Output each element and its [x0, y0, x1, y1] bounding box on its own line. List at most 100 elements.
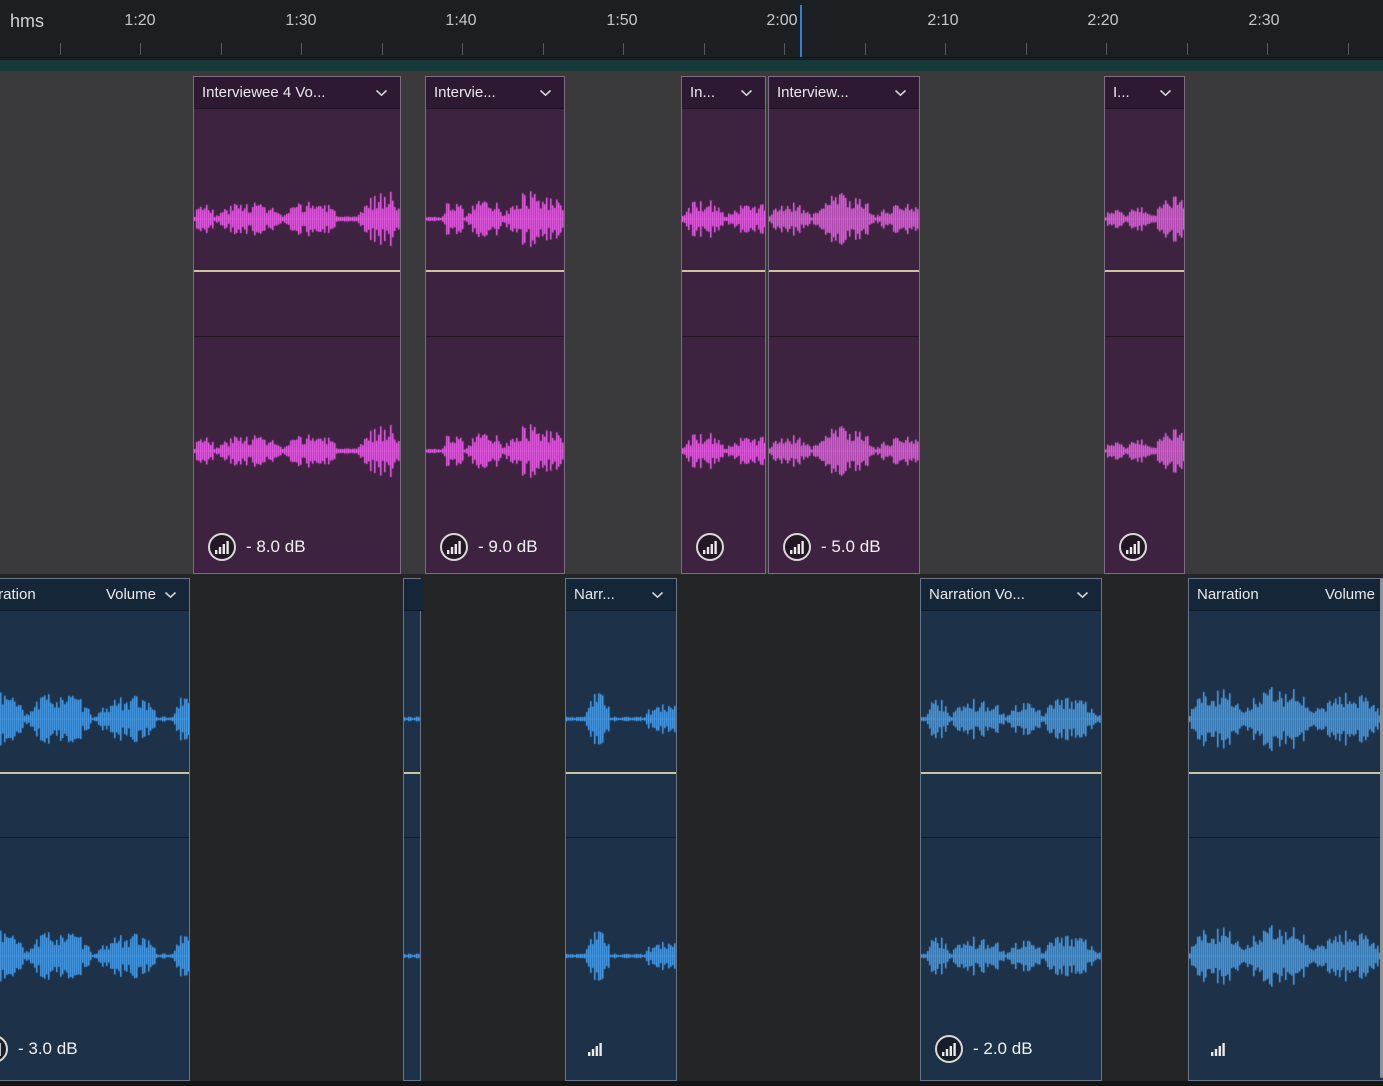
volume-envelope-line[interactable] — [682, 270, 765, 272]
ruler-time-label: 2:00 — [766, 12, 798, 29]
clip-gain-label: - 5.0 dB — [821, 537, 881, 556]
channel-divider — [769, 336, 919, 337]
ruler-tick — [945, 43, 946, 55]
volume-envelope-line[interactable] — [921, 772, 1101, 774]
chevron-down-icon[interactable] — [1159, 89, 1172, 97]
audio-clip[interactable]: In... — [681, 76, 766, 574]
clip-gain-icon[interactable] — [1119, 533, 1147, 561]
ruler-tick — [623, 43, 624, 55]
track-narration[interactable]: Narration Volume - 3.0 dB Narr... Narration … — [0, 574, 1383, 1081]
clip-footer: - 2.0 dB — [921, 1035, 1101, 1063]
chevron-down-icon[interactable] — [164, 591, 177, 599]
waveform-channel-1 — [769, 169, 919, 269]
clip-gain-label: - 8.0 dB — [246, 537, 306, 556]
waveform-channel-1 — [404, 669, 420, 769]
channel-divider — [426, 336, 564, 337]
clip-title: Intervie... — [434, 84, 496, 101]
volume-envelope-line[interactable] — [404, 772, 420, 774]
ruler-tick — [140, 43, 141, 55]
waveform-channel-1 — [194, 169, 400, 269]
waveform-channel-1 — [682, 169, 765, 269]
clip-title: Interviewee 4 Vo... — [202, 84, 326, 101]
clip-header[interactable]: Interview... — [769, 77, 919, 109]
ruler-tick — [1348, 43, 1349, 55]
waveform-channel-2 — [0, 906, 189, 1006]
audio-clip[interactable]: Interviewee 4 Vo... - 8.0 dB — [193, 76, 401, 574]
ruler-time-label: 1:30 — [285, 12, 317, 29]
ruler-tick — [1106, 43, 1107, 55]
audio-clip[interactable]: Interview... - 5.0 dB — [768, 76, 920, 574]
clip-footer — [682, 533, 765, 561]
track-interviewee[interactable]: Interviewee 4 Vo... - 8.0 dB Intervie... - … — [0, 71, 1383, 574]
clip-gain-icon[interactable] — [208, 533, 236, 561]
ruler-time-label: 2:20 — [1087, 12, 1119, 29]
channel-divider — [404, 837, 420, 838]
clip-header[interactable]: Narration Volume — [1189, 579, 1383, 611]
clip-gain-icon[interactable] — [935, 1035, 963, 1063]
volume-envelope-line[interactable] — [566, 772, 676, 774]
chevron-down-icon[interactable] — [740, 89, 753, 97]
ruler-tick — [1026, 43, 1027, 55]
clip-envelope-param-label: Volume — [105, 586, 156, 603]
chevron-down-icon[interactable] — [539, 89, 552, 97]
clip-gain-icon[interactable] — [696, 533, 724, 561]
waveform-channel-1 — [566, 669, 676, 769]
ruler-tick — [865, 43, 866, 55]
audio-clip[interactable] — [403, 578, 424, 1081]
playhead[interactable] — [800, 5, 802, 57]
volume-bars-icon[interactable] — [1211, 1042, 1225, 1056]
clip-footer — [566, 1035, 676, 1063]
clip-header[interactable]: Narration Volume — [0, 579, 189, 611]
panel-bottom-edge — [0, 1081, 1383, 1086]
waveform-channel-1 — [1189, 669, 1383, 769]
waveform-channel-1 — [426, 169, 564, 269]
audio-clip[interactable]: Narr... — [565, 578, 677, 1081]
clip-gain-icon[interactable] — [0, 1035, 8, 1063]
zoom-navigator-bar[interactable] — [0, 59, 1383, 71]
timeline-ruler[interactable]: hms 1:20 1:30 1:40 1:50 2:00 2:10 2:20 2:30 — [0, 0, 1383, 58]
channel-divider — [1105, 336, 1184, 337]
audio-clip[interactable]: Narration Volume - 3.0 dB — [0, 578, 190, 1081]
chevron-down-icon[interactable] — [651, 591, 664, 599]
audio-clip[interactable]: Intervie... - 9.0 dB — [425, 76, 565, 574]
clip-header[interactable]: Intervie... — [426, 77, 564, 109]
ruler-tick — [382, 43, 383, 55]
ruler-tick — [1267, 43, 1268, 55]
clip-header[interactable] — [404, 579, 424, 611]
clip-header[interactable]: Narration Vo... — [921, 579, 1101, 611]
clip-title: Interview... — [777, 84, 849, 101]
volume-bars-icon[interactable] — [588, 1042, 602, 1056]
waveform-channel-2 — [566, 906, 676, 1006]
channel-divider — [921, 837, 1101, 838]
volume-envelope-line[interactable] — [1105, 270, 1184, 272]
channel-divider — [194, 336, 400, 337]
volume-envelope-line[interactable] — [1189, 772, 1383, 774]
ruler-tick — [704, 43, 705, 55]
clip-gain-icon[interactable] — [783, 533, 811, 561]
clip-header[interactable]: I... — [1105, 77, 1184, 109]
clip-title: Narr... — [574, 586, 615, 603]
ruler-time-label: 2:10 — [927, 12, 959, 29]
clip-footer: - 8.0 dB — [194, 533, 400, 561]
clip-header[interactable]: Narr... — [566, 579, 676, 611]
audio-timeline-panel: hms 1:20 1:30 1:40 1:50 2:00 2:10 2:20 2:30 Int… — [0, 0, 1383, 1086]
volume-envelope-line[interactable] — [0, 772, 189, 774]
chevron-down-icon[interactable] — [894, 89, 907, 97]
audio-clip[interactable]: I... — [1104, 76, 1185, 574]
clip-title: I... — [1113, 84, 1130, 101]
chevron-down-icon[interactable] — [375, 89, 388, 97]
volume-envelope-line[interactable] — [194, 270, 400, 272]
volume-envelope-line[interactable] — [426, 270, 564, 272]
ruler-time-label: 1:50 — [606, 12, 638, 29]
clip-envelope-param-label: Volume — [1324, 586, 1375, 603]
volume-envelope-line[interactable] — [769, 270, 919, 272]
audio-clip[interactable]: Narration Vo... - 2.0 dB — [920, 578, 1102, 1081]
chevron-down-icon[interactable] — [1076, 591, 1089, 599]
waveform-channel-2 — [404, 906, 420, 1006]
ruler-units-label: hms — [10, 11, 45, 31]
channel-divider — [1189, 837, 1383, 838]
clip-gain-icon[interactable] — [440, 533, 468, 561]
clip-header[interactable]: In... — [682, 77, 765, 109]
clip-header[interactable]: Interviewee 4 Vo... — [194, 77, 400, 109]
audio-clip[interactable]: Narration Volume — [1188, 578, 1383, 1081]
